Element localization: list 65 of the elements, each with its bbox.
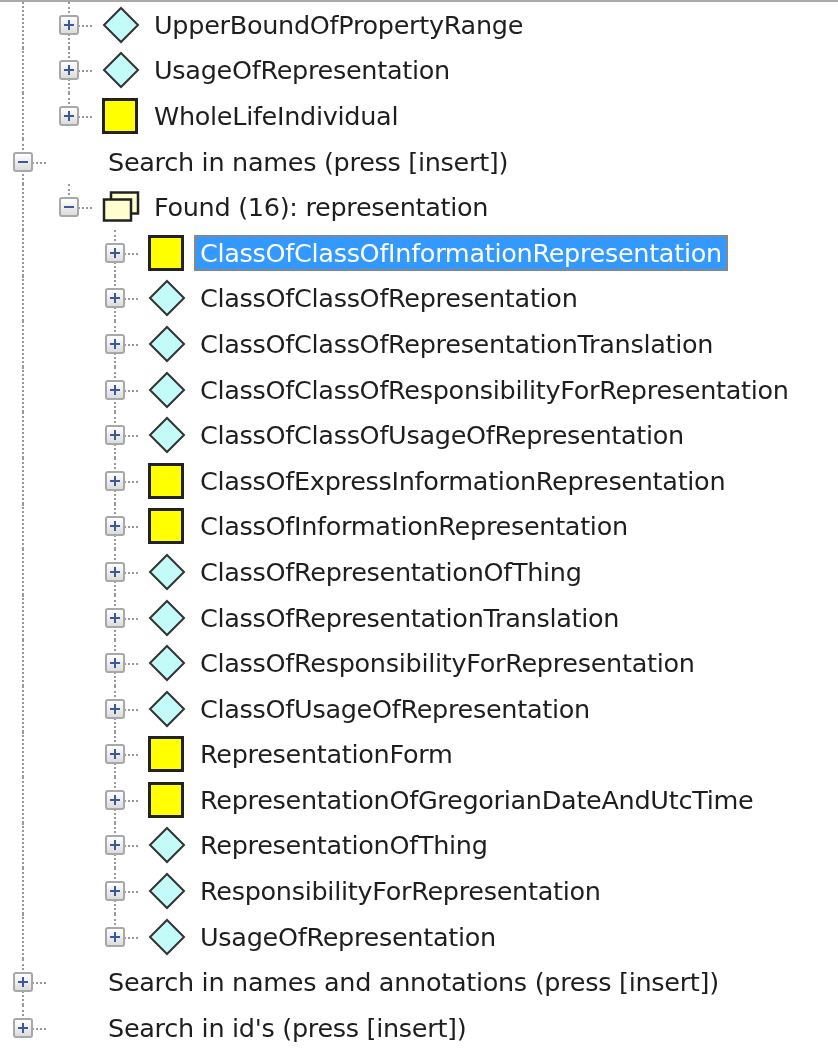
diamond-icon xyxy=(148,826,186,865)
collapse-button[interactable] xyxy=(59,197,79,218)
expand-button[interactable] xyxy=(105,379,125,400)
tree-item-label[interactable]: ResponsibilityForRepresentation xyxy=(194,873,607,910)
tree-item-label[interactable]: ClassOfClassOfRepresentationTranslation xyxy=(194,325,720,362)
square-icon xyxy=(148,781,184,818)
tree-item-label[interactable]: ClassOfRepresentationOfThing xyxy=(194,553,588,590)
expand-button[interactable] xyxy=(105,744,125,765)
tree-item-label[interactable]: ClassOfClassOfRepresentation xyxy=(194,280,584,317)
square-icon xyxy=(148,234,184,271)
tree-item-label[interactable]: ClassOfClassOfUsageOfRepresentation xyxy=(194,417,690,454)
expand-button[interactable] xyxy=(105,470,125,491)
tree-item-label[interactable]: ClassOfExpressInformationRepresentation xyxy=(194,462,732,499)
expand-button[interactable] xyxy=(59,60,79,81)
expand-button[interactable] xyxy=(59,106,79,126)
square-icon xyxy=(148,508,184,545)
tree-item-label[interactable]: WholeLifeIndividual xyxy=(148,98,405,134)
diamond-icon xyxy=(148,872,186,911)
expand-button[interactable] xyxy=(105,881,125,902)
expand-button[interactable] xyxy=(105,242,125,263)
tree-item-label[interactable]: RepresentationOfThing xyxy=(194,827,494,864)
tree-item-label[interactable]: Found (16): representation xyxy=(148,189,495,226)
tree-item-label[interactable]: ClassOfClassOfResponsibilityForRepresentation xyxy=(194,371,795,408)
expand-button[interactable] xyxy=(105,561,125,582)
tree-item-label[interactable]: ClassOfInformationRepresentation xyxy=(194,508,634,545)
diamond-icon xyxy=(148,598,186,637)
expand-button[interactable] xyxy=(105,653,125,674)
diamond-icon xyxy=(148,279,186,318)
expand-button[interactable] xyxy=(105,425,125,446)
expand-button[interactable] xyxy=(105,698,125,719)
tree-item-label[interactable]: RepresentationOfGregorianDateAndUtcTime xyxy=(194,781,760,818)
tree-item-label[interactable]: UpperBoundOfPropertyRange xyxy=(148,6,530,43)
expand-button[interactable] xyxy=(105,333,125,354)
tree-item-label[interactable]: ClassOfUsageOfRepresentation xyxy=(194,690,596,727)
expand-button[interactable] xyxy=(13,972,33,993)
tree-item-label[interactable]: Search in id's (press [insert]) xyxy=(102,1009,473,1046)
diamond-icon xyxy=(148,324,186,363)
expand-button[interactable] xyxy=(105,516,125,537)
expand-button[interactable] xyxy=(105,607,125,628)
collapse-button[interactable] xyxy=(13,151,33,172)
tree-item-label[interactable]: RepresentationForm xyxy=(194,736,459,773)
diamond-icon xyxy=(102,51,140,90)
square-icon xyxy=(102,98,138,134)
diamond-icon xyxy=(148,370,186,409)
tree-item-label[interactable]: ClassOfRepresentationTranslation xyxy=(194,599,626,636)
tree-item-label[interactable]: UsageOfRepresentation xyxy=(194,918,502,955)
expand-button[interactable] xyxy=(13,1017,33,1038)
tree-item-label[interactable]: UsageOfRepresentation xyxy=(148,52,456,89)
square-icon xyxy=(148,736,184,773)
expand-button[interactable] xyxy=(105,288,125,309)
tree-item-label[interactable]: Search in names (press [insert]) xyxy=(102,143,515,180)
diamond-icon xyxy=(148,689,186,728)
expand-button[interactable] xyxy=(59,14,79,35)
expand-button[interactable] xyxy=(105,926,125,947)
square-icon xyxy=(148,462,184,499)
tree-item-label[interactable]: ClassOfResponsibilityForRepresentation xyxy=(194,645,701,682)
diamond-icon xyxy=(148,416,186,455)
stacked-folders-icon xyxy=(102,191,140,224)
diamond-icon xyxy=(148,552,186,591)
tree-item-label[interactable]: Search in names and annotations (press [insert]) xyxy=(102,964,725,1001)
diamond-icon xyxy=(148,917,186,956)
expand-button[interactable] xyxy=(105,789,125,810)
expand-button[interactable] xyxy=(105,835,125,856)
diamond-icon xyxy=(102,5,140,44)
diamond-icon xyxy=(148,644,186,683)
